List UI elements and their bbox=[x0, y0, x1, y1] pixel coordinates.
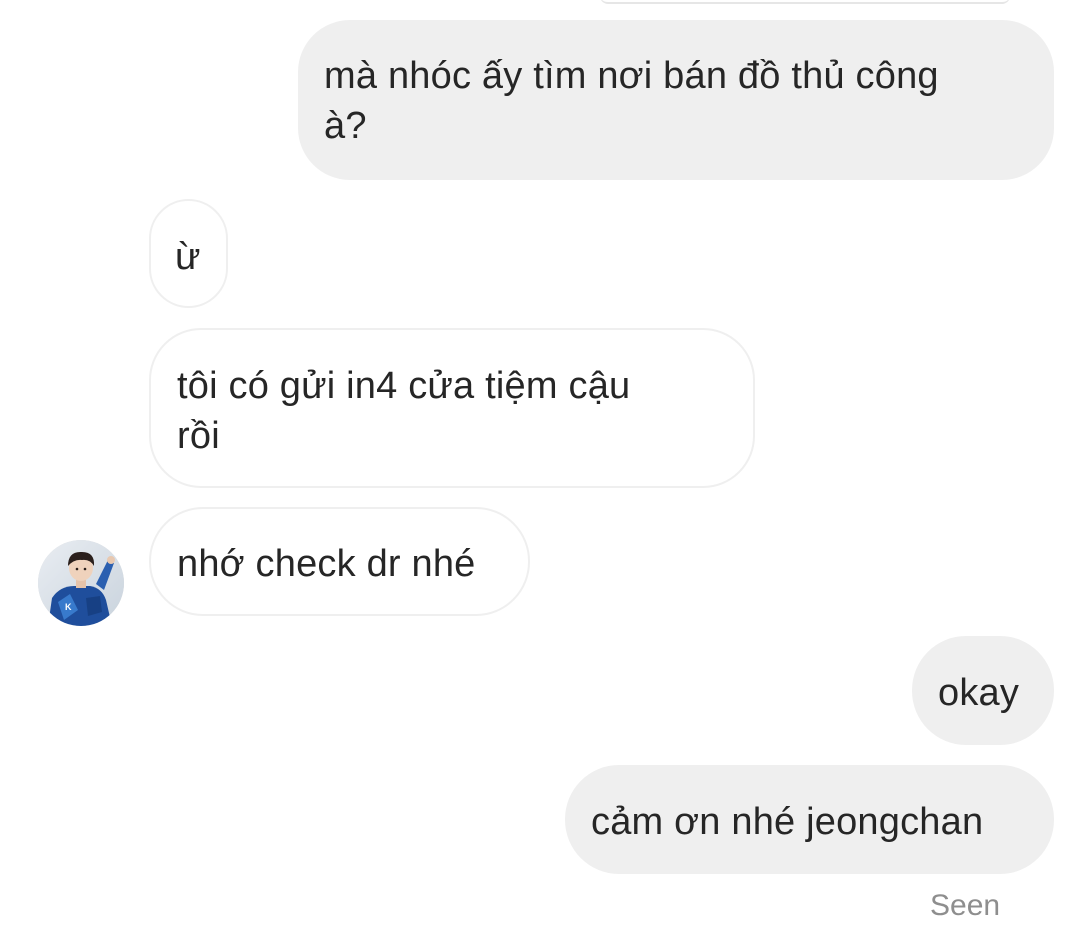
message-text: à? bbox=[324, 105, 367, 147]
message-text: rồi bbox=[177, 415, 220, 457]
profile-photo-icon: K bbox=[38, 540, 124, 626]
avatar[interactable]: K bbox=[38, 540, 124, 626]
jersey-letter: K bbox=[65, 602, 72, 612]
message-bubble-incoming[interactable]: ừ bbox=[149, 199, 228, 308]
previous-message-bubble-edge bbox=[600, 0, 1010, 4]
message-bubble-outgoing[interactable]: mà nhóc ấy tìm nơi bán đồ thủ công à? bbox=[298, 20, 1054, 180]
message-bubble-incoming[interactable]: nhớ check dr nhé bbox=[149, 507, 530, 616]
message-bubble-outgoing[interactable]: okay bbox=[912, 636, 1054, 745]
message-text: cảm ơn nhé jeongchan bbox=[591, 801, 984, 843]
message-text: okay bbox=[938, 672, 1020, 714]
message-bubble-outgoing[interactable]: cảm ơn nhé jeongchan bbox=[565, 765, 1054, 874]
message-bubble-incoming[interactable]: tôi có gửi in4 cửa tiệm cậu rồi bbox=[149, 328, 755, 488]
message-text: ừ bbox=[175, 236, 201, 278]
message-text: nhớ check dr nhé bbox=[177, 543, 476, 585]
read-receipt: Seen bbox=[930, 889, 1001, 922]
message-text: tôi có gửi in4 cửa tiệm cậu bbox=[177, 365, 631, 407]
message-text: mà nhóc ấy tìm nơi bán đồ thủ công bbox=[324, 55, 939, 97]
